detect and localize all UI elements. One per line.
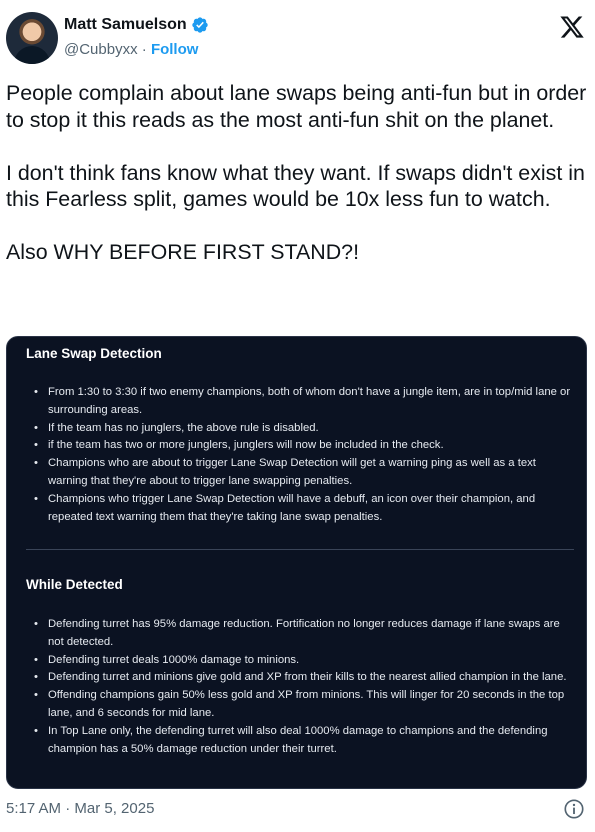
author-name[interactable]: Matt Samuelson [64, 16, 187, 34]
verified-badge-icon [192, 17, 208, 33]
author-handle[interactable]: @Cubbyxx [64, 41, 138, 58]
timestamp[interactable]: 5:17 AM · Mar 5, 2025 [6, 800, 154, 817]
lane-swap-detection-list: From 1:30 to 3:30 if two enemy champions… [34, 384, 574, 526]
section-divider [26, 549, 574, 550]
while-detected-list: Defending turret has 95% damage reductio… [34, 616, 574, 758]
list-item: In Top Lane only, the defending turret w… [34, 723, 574, 759]
list-item: Defending turret and minions give gold a… [34, 669, 574, 687]
tweet-paragraph: I don't think fans know what they want. … [6, 160, 585, 212]
separator-dot: · [141, 41, 147, 58]
tweet-footer: 5:17 AM · Mar 5, 2025 [6, 798, 589, 822]
tweet-paragraph: Also WHY BEFORE FIRST STAND?! [6, 240, 360, 264]
follow-button[interactable]: Follow [151, 41, 199, 58]
list-item: Champions who trigger Lane Swap Detectio… [34, 491, 574, 527]
handle-row: @Cubbyxx · Follow [64, 41, 198, 58]
list-item: Offending champions gain 50% less gold a… [34, 687, 574, 723]
list-item: If the team has no junglers, the above r… [34, 420, 574, 438]
x-logo-icon[interactable] [559, 14, 585, 40]
list-item: From 1:30 to 3:30 if two enemy champions… [34, 384, 574, 420]
list-item: if the team has two or more junglers, ju… [34, 437, 574, 455]
list-item: Defending turret has 95% damage reductio… [34, 616, 574, 652]
avatar[interactable] [6, 12, 58, 64]
list-item: Champions who are about to trigger Lane … [34, 455, 574, 491]
list-item: Defending turret deals 1000% damage to m… [34, 652, 574, 670]
tweet-header: Matt Samuelson @Cubbyxx · Follow [6, 12, 589, 68]
tweet-paragraph: People complain about lane swaps being a… [6, 81, 587, 132]
author-name-row: Matt Samuelson [64, 16, 209, 34]
tweet-text: People complain about lane swaps being a… [6, 80, 589, 292]
attached-image[interactable]: Lane Swap Detection From 1:30 to 3:30 if… [6, 336, 587, 789]
section-title-lane-swap-detection: Lane Swap Detection [26, 346, 162, 361]
info-icon[interactable] [563, 798, 585, 820]
section-title-while-detected: While Detected [26, 577, 123, 592]
